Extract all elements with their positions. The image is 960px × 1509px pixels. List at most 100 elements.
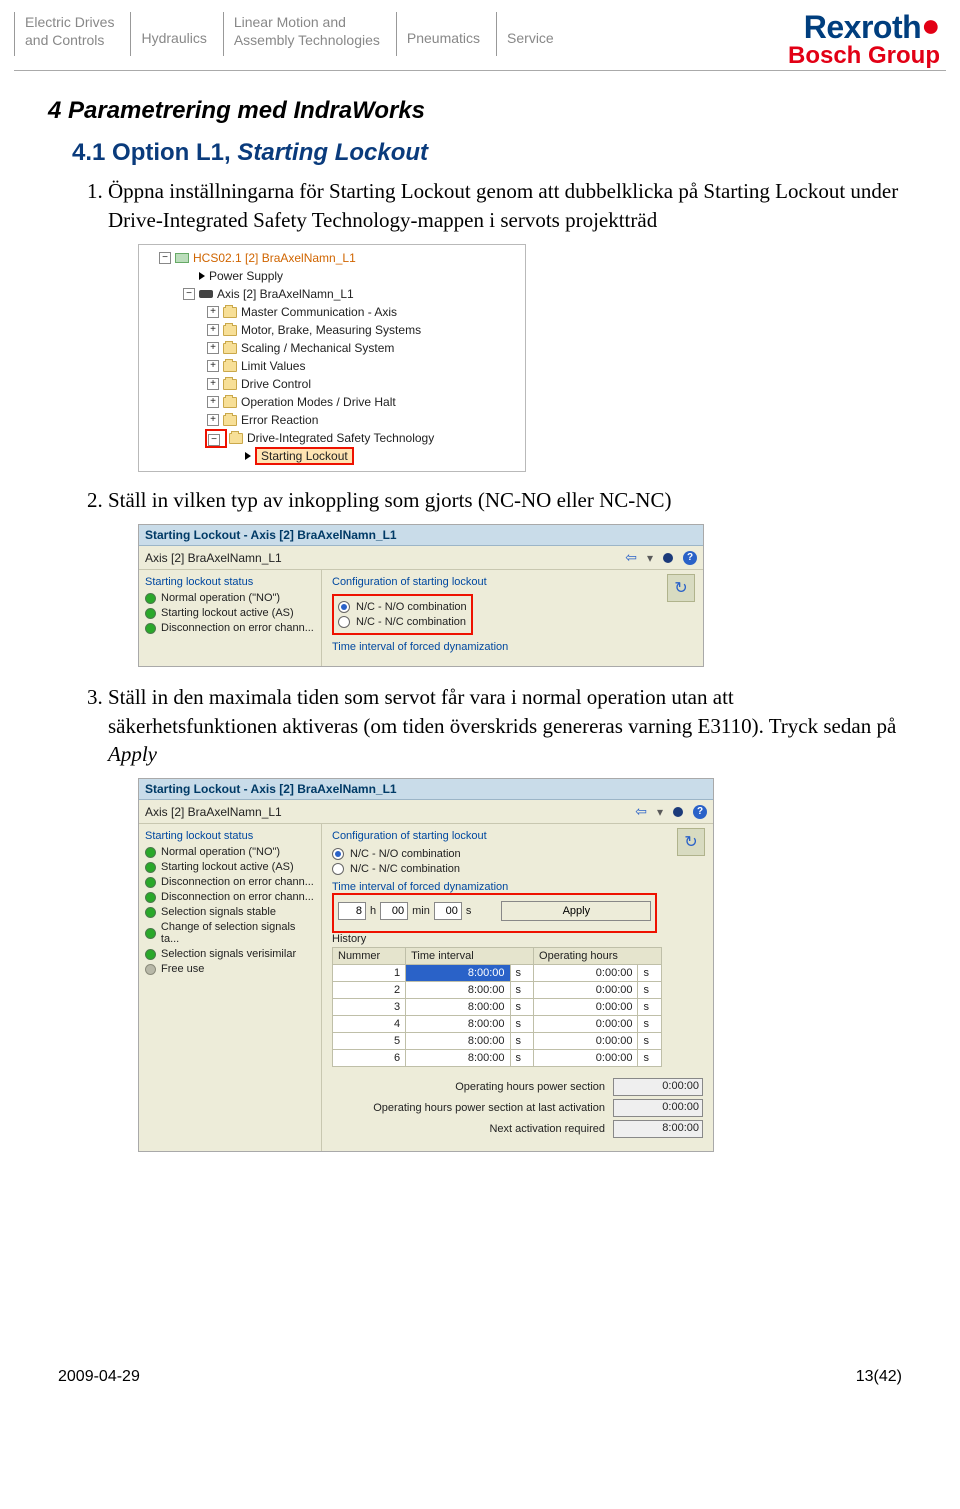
- table-row: 38:00:00s0:00:00s: [333, 999, 662, 1016]
- radio-label: N/C - N/O combination: [350, 848, 461, 860]
- col-operating-hours: Operating hours: [534, 948, 662, 965]
- tree-expand-icon[interactable]: +: [207, 378, 219, 390]
- config-group-title: Configuration of starting lockout: [332, 830, 703, 842]
- hdr-cell-drives: Electric Drives and Controls: [14, 12, 130, 56]
- unit-s: s: [466, 905, 472, 917]
- radio-label: N/C - N/C combination: [350, 863, 460, 875]
- hours-input[interactable]: [338, 902, 366, 920]
- folder-icon: [223, 379, 237, 390]
- radio-nc-nc[interactable]: [338, 616, 350, 628]
- tree-item-power[interactable]: Power Supply: [209, 269, 283, 283]
- tree-folder-safety[interactable]: Drive-Integrated Safety Technology: [247, 431, 434, 445]
- tree-collapse-icon[interactable]: −: [183, 288, 195, 300]
- radio-nc-nc[interactable]: [332, 863, 344, 875]
- config-group-title: Configuration of starting lockout: [332, 576, 693, 588]
- tree-root-label[interactable]: HCS02.1 [2] BraAxelNamn_L1: [193, 251, 356, 265]
- apply-button[interactable]: Apply: [501, 901, 651, 921]
- status-led-icon: [145, 847, 156, 858]
- status-led-icon: [145, 608, 156, 619]
- folder-icon: [223, 307, 237, 318]
- axis-label: Axis [2] BraAxelNamn_L1: [145, 805, 282, 819]
- cutoff-label: Time interval of forced dynamization: [332, 641, 693, 653]
- status-led-icon: [145, 593, 156, 604]
- panel-title: Starting Lockout - Axis [2] BraAxelNamn_…: [139, 779, 713, 800]
- time-interval-title: Time interval of forced dynamization: [332, 881, 703, 893]
- col-number: Nummer: [333, 948, 406, 965]
- tree-folder[interactable]: Master Communication - Axis: [241, 305, 397, 319]
- folder-icon: [223, 415, 237, 426]
- page-footer: 2009-04-29 13(42): [0, 1188, 960, 1404]
- tree-expand-icon[interactable]: +: [207, 360, 219, 372]
- folder-icon: [229, 433, 243, 444]
- tree-folder[interactable]: Scaling / Mechanical System: [241, 341, 394, 355]
- brand-dot-icon: ●: [921, 7, 940, 43]
- status-item: Normal operation ("NO"): [161, 592, 280, 604]
- status-item: Free use: [161, 963, 204, 975]
- tree-collapse-icon[interactable]: −: [208, 434, 220, 446]
- tree-item-axis[interactable]: Axis [2] BraAxelNamn_L1: [217, 287, 354, 301]
- brand-bosch: Bosch Group: [788, 42, 940, 70]
- hdr-cell-hydraulics: Hydraulics: [130, 12, 222, 56]
- tree-folder[interactable]: Error Reaction: [241, 413, 318, 427]
- status-dot-icon: [663, 553, 673, 563]
- brand-rexroth: Rexroth●: [788, 12, 940, 42]
- tree-folder[interactable]: Operation Modes / Drive Halt: [241, 395, 396, 409]
- nav-left-icon[interactable]: ⇦: [625, 549, 637, 566]
- table-row: 58:00:00s0:00:00s: [333, 1033, 662, 1050]
- footer-date: 2009-04-29: [58, 1368, 140, 1386]
- unit-h: h: [370, 905, 376, 917]
- status-group-title: Starting lockout status: [145, 576, 315, 588]
- section-heading: 4 Parametrering med IndraWorks: [48, 97, 900, 125]
- highlight-box: h min s Apply: [332, 893, 657, 933]
- help-icon[interactable]: ?: [693, 805, 707, 819]
- help-icon[interactable]: ?: [683, 551, 697, 565]
- starting-lockout-panel-b: Starting Lockout - Axis [2] BraAxelNamn_…: [138, 778, 714, 1152]
- tree-folder[interactable]: Limit Values: [241, 359, 305, 373]
- status-item: Starting lockout active (AS): [161, 861, 294, 873]
- tree-expand-icon[interactable]: +: [207, 342, 219, 354]
- tree-folder[interactable]: Motor, Brake, Measuring Systems: [241, 323, 421, 337]
- tree-expand-icon[interactable]: +: [207, 414, 219, 426]
- summary-row: Operating hours power section0:00:00: [332, 1078, 703, 1096]
- status-item: Normal operation ("NO"): [161, 846, 280, 858]
- minutes-input[interactable]: [380, 902, 408, 920]
- page-header: Electric Drives and Controls Hydraulics …: [0, 0, 960, 70]
- status-led-icon: [145, 862, 156, 873]
- nav-left-icon[interactable]: ⇦: [635, 803, 647, 820]
- history-title: History: [332, 933, 703, 945]
- tree-expand-icon[interactable]: +: [207, 396, 219, 408]
- status-item: Change of selection signals ta...: [161, 921, 315, 945]
- tree-collapse-icon[interactable]: −: [159, 252, 171, 264]
- tree-expand-icon[interactable]: +: [207, 306, 219, 318]
- status-led-icon: [145, 928, 156, 939]
- tree-item-starting-lockout[interactable]: Starting Lockout: [255, 447, 354, 465]
- axis-label: Axis [2] BraAxelNamn_L1: [145, 551, 282, 565]
- radio-label: N/C - N/O combination: [356, 601, 467, 613]
- status-led-icon: [145, 949, 156, 960]
- starting-lockout-panel-a: Starting Lockout - Axis [2] BraAxelNamn_…: [138, 524, 704, 667]
- tree-folder[interactable]: Drive Control: [241, 377, 311, 391]
- unit-min: min: [412, 905, 430, 917]
- tree-expand-icon[interactable]: +: [207, 324, 219, 336]
- folder-icon: [223, 397, 237, 408]
- col-time-interval: Time interval: [406, 948, 534, 965]
- folder-icon: [223, 325, 237, 336]
- history-table: Nummer Time interval Operating hours 18:…: [332, 947, 662, 1067]
- refresh-icon[interactable]: ↻: [667, 574, 695, 602]
- radio-nc-no[interactable]: [332, 848, 344, 860]
- status-item: Disconnection on error chann...: [161, 622, 314, 634]
- status-item: Selection signals stable: [161, 906, 276, 918]
- status-led-icon: [145, 877, 156, 888]
- table-row: 68:00:00s0:00:00s: [333, 1050, 662, 1067]
- status-item: Disconnection on error chann...: [161, 891, 314, 903]
- status-led-icon: [145, 907, 156, 918]
- dropdown-icon[interactable]: ▾: [657, 805, 663, 819]
- dropdown-icon[interactable]: ▾: [647, 551, 653, 565]
- radio-nc-no[interactable]: [338, 601, 350, 613]
- brand-block: Rexroth● Bosch Group: [788, 12, 946, 70]
- seconds-input[interactable]: [434, 902, 462, 920]
- panel-title: Starting Lockout - Axis [2] BraAxelNamn_…: [139, 525, 703, 546]
- refresh-icon[interactable]: ↻: [677, 828, 705, 856]
- axis-icon: [199, 290, 213, 298]
- summary-row: Operating hours power section at last ac…: [332, 1099, 703, 1117]
